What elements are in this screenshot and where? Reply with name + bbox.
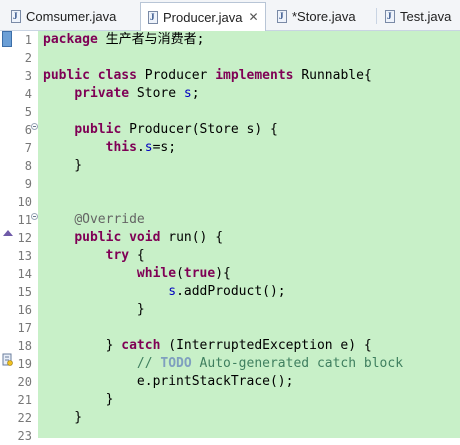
tab-comsumer-java[interactable]: J Comsumer.java bbox=[4, 2, 138, 30]
code-token-keyword: true bbox=[183, 266, 216, 281]
line-number: 12 bbox=[17, 231, 32, 245]
java-file-icon: J bbox=[277, 9, 287, 23]
tab-label: Comsumer.java bbox=[26, 8, 117, 24]
code-line: while(true){ bbox=[136, 266, 231, 281]
code-token-keyword: void bbox=[129, 230, 161, 245]
tab-label: *Store.java bbox=[292, 8, 356, 24]
line-number: 7 bbox=[24, 141, 32, 155]
todo-tag: TODO bbox=[160, 356, 192, 371]
code-token-keyword: try bbox=[105, 248, 130, 263]
code-token-keyword: public bbox=[74, 122, 122, 137]
line-number: 13 bbox=[17, 249, 32, 263]
line-number: 18 bbox=[17, 339, 32, 353]
code-line: private Store s; bbox=[74, 86, 200, 101]
code-line: } bbox=[43, 410, 83, 425]
line-number: 1 bbox=[24, 33, 32, 47]
code-line: } catch (InterruptedException e) { bbox=[43, 338, 372, 353]
java-file-icon: J bbox=[11, 9, 21, 23]
code-token-annotation: @Override bbox=[74, 212, 145, 227]
code-token-package: 生产者与消费者 bbox=[105, 32, 197, 47]
line-number: 21 bbox=[17, 393, 32, 407]
tab-label: Test.java bbox=[400, 8, 452, 24]
code-text-area[interactable]: package 生产者与消费者; public class Producer i… bbox=[38, 31, 460, 438]
line-number: 19 bbox=[17, 357, 32, 371]
line-number: 8 bbox=[24, 159, 32, 173]
editor-tab-bar: J Comsumer.java J Producer.java ✕ J *Sto… bbox=[0, 0, 460, 32]
code-line: try { bbox=[105, 248, 145, 263]
code-token-keyword: public bbox=[74, 230, 122, 245]
code-token-keyword: class bbox=[97, 68, 137, 83]
override-indicator-icon bbox=[3, 230, 13, 236]
close-tab-icon[interactable]: ✕ bbox=[249, 11, 259, 23]
tab-label: Producer.java bbox=[163, 9, 243, 25]
line-number: 17 bbox=[17, 321, 32, 335]
code-line: e.printStackTrace(); bbox=[43, 374, 294, 389]
code-token-keyword: while bbox=[136, 266, 177, 281]
code-line: s.addProduct(); bbox=[168, 284, 286, 299]
line-number: 2 bbox=[24, 51, 32, 65]
line-number: 11 bbox=[17, 213, 32, 227]
code-token-field: s bbox=[168, 284, 177, 299]
line-number: 5 bbox=[24, 105, 32, 119]
line-number: 4 bbox=[24, 87, 32, 101]
line-number: 14 bbox=[17, 267, 32, 281]
line-number: 22 bbox=[17, 411, 32, 425]
code-line: } bbox=[43, 158, 83, 173]
code-editor[interactable]: 1 2 3 4 5 6 7 8 9 10 11 12 13 14 15 16 17 18 19 20 21 22 23 pa… bbox=[0, 31, 460, 443]
line-number: 10 bbox=[17, 195, 32, 209]
code-token-keyword: public bbox=[43, 68, 90, 83]
tab-test-java[interactable]: J Test.java bbox=[378, 2, 460, 30]
line-number: 20 bbox=[17, 375, 32, 389]
code-token-field: s bbox=[183, 86, 192, 101]
code-token-comment: // TODO Auto-generated catch block bbox=[136, 356, 404, 371]
code-line: } bbox=[43, 302, 145, 317]
code-line: } bbox=[43, 392, 114, 407]
line-number: 9 bbox=[24, 177, 32, 191]
current-line-marker bbox=[2, 31, 12, 47]
fold-toggle-icon[interactable] bbox=[31, 123, 38, 130]
code-token-keyword: catch bbox=[121, 338, 161, 353]
line-number: 16 bbox=[17, 303, 32, 317]
overview-ruler bbox=[0, 31, 14, 438]
code-line: // TODO Auto-generated catch block bbox=[43, 355, 403, 373]
code-line: public class Producer implements Runnabl… bbox=[43, 68, 372, 83]
java-file-icon: J bbox=[148, 10, 158, 24]
code-line: public Producer(Store s) { bbox=[74, 122, 278, 137]
code-token-keyword: implements bbox=[215, 68, 294, 83]
fold-toggle-icon[interactable] bbox=[31, 213, 38, 220]
java-file-icon: J bbox=[385, 9, 395, 23]
code-token-keyword: package bbox=[43, 32, 98, 47]
code-line: public void run() { bbox=[74, 230, 224, 245]
quick-fix-lightbulb-icon[interactable] bbox=[2, 353, 13, 366]
code-line: package 生产者与消费者; bbox=[43, 32, 205, 47]
code-line: this.s=s; bbox=[105, 140, 177, 155]
code-token-field: s bbox=[144, 140, 153, 155]
tab-divider bbox=[376, 8, 377, 24]
code-token-keyword: private bbox=[74, 86, 130, 101]
line-number-gutter: 1 2 3 4 5 6 7 8 9 10 11 12 13 14 15 16 17 18 19 20 21 22 23 bbox=[14, 31, 36, 443]
code-line: @Override bbox=[43, 211, 145, 229]
line-number: 23 bbox=[17, 429, 32, 443]
code-token-keyword: this bbox=[105, 140, 137, 155]
line-number: 3 bbox=[24, 69, 32, 83]
line-number: 15 bbox=[17, 285, 32, 299]
tab-store-java[interactable]: J *Store.java bbox=[270, 2, 374, 30]
tab-producer-java[interactable]: J Producer.java ✕ bbox=[140, 2, 266, 32]
